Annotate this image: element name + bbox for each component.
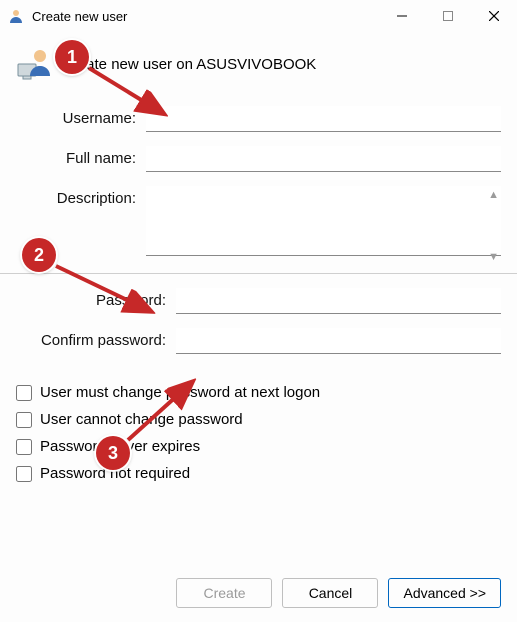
- user-computer-icon: [16, 46, 52, 82]
- section-divider: [0, 273, 517, 274]
- minimize-button[interactable]: [379, 0, 425, 32]
- label-description: Description:: [16, 186, 146, 207]
- username-field[interactable]: [146, 106, 501, 132]
- chk-never-expires-box[interactable]: [16, 439, 32, 455]
- password-section: Password: Confirm password:: [0, 288, 517, 354]
- cancel-button[interactable]: Cancel: [282, 578, 378, 608]
- chk-not-required-box[interactable]: [16, 466, 32, 482]
- confirm-password-field[interactable]: [176, 328, 501, 354]
- create-user-window: Create new user Create new user on ASUSV…: [0, 0, 517, 622]
- password-field[interactable]: [176, 288, 501, 314]
- create-button[interactable]: Create: [176, 578, 272, 608]
- description-scroll[interactable]: ▲ ▼: [488, 186, 499, 267]
- chk-cannot-change[interactable]: User cannot change password: [16, 411, 501, 428]
- chk-never-expires-label: Password never expires: [40, 438, 200, 455]
- chk-must-change-box[interactable]: [16, 385, 32, 401]
- dialog-footer: Create Cancel Advanced >>: [176, 578, 501, 608]
- chk-not-required[interactable]: Password not required: [16, 465, 501, 482]
- chk-must-change[interactable]: User must change password at next logon: [16, 384, 501, 401]
- scroll-down-icon[interactable]: ▼: [488, 252, 499, 263]
- label-confirm-password: Confirm password:: [16, 328, 176, 349]
- titlebar: Create new user: [0, 0, 517, 32]
- label-password: Password:: [16, 288, 176, 309]
- identity-section: Username: Full name: Description: ▲ ▼: [0, 106, 517, 259]
- password-options: User must change password at next logon …: [0, 368, 517, 482]
- label-username: Username:: [16, 106, 146, 127]
- row-password: Password:: [16, 288, 501, 314]
- maximize-button[interactable]: [425, 0, 471, 32]
- fullname-field[interactable]: [146, 146, 501, 172]
- chk-cannot-change-box[interactable]: [16, 412, 32, 428]
- chk-cannot-change-label: User cannot change password: [40, 411, 243, 428]
- row-username: Username:: [16, 106, 501, 132]
- row-confirm-password: Confirm password:: [16, 328, 501, 354]
- user-icon: [8, 8, 24, 24]
- row-description: Description: ▲ ▼: [16, 186, 501, 259]
- row-fullname: Full name:: [16, 146, 501, 172]
- dialog-header: Create new user on ASUSVIVOBOOK: [0, 32, 517, 92]
- advanced-button[interactable]: Advanced >>: [388, 578, 501, 608]
- window-title: Create new user: [32, 9, 127, 24]
- scroll-up-icon[interactable]: ▲: [488, 190, 499, 201]
- description-field[interactable]: [146, 186, 501, 256]
- chk-not-required-label: Password not required: [40, 465, 190, 482]
- close-button[interactable]: [471, 0, 517, 32]
- label-fullname: Full name:: [16, 146, 146, 167]
- chk-never-expires[interactable]: Password never expires: [16, 438, 501, 455]
- chk-must-change-label: User must change password at next logon: [40, 384, 320, 401]
- dialog-heading: Create new user on ASUSVIVOBOOK: [62, 56, 316, 73]
